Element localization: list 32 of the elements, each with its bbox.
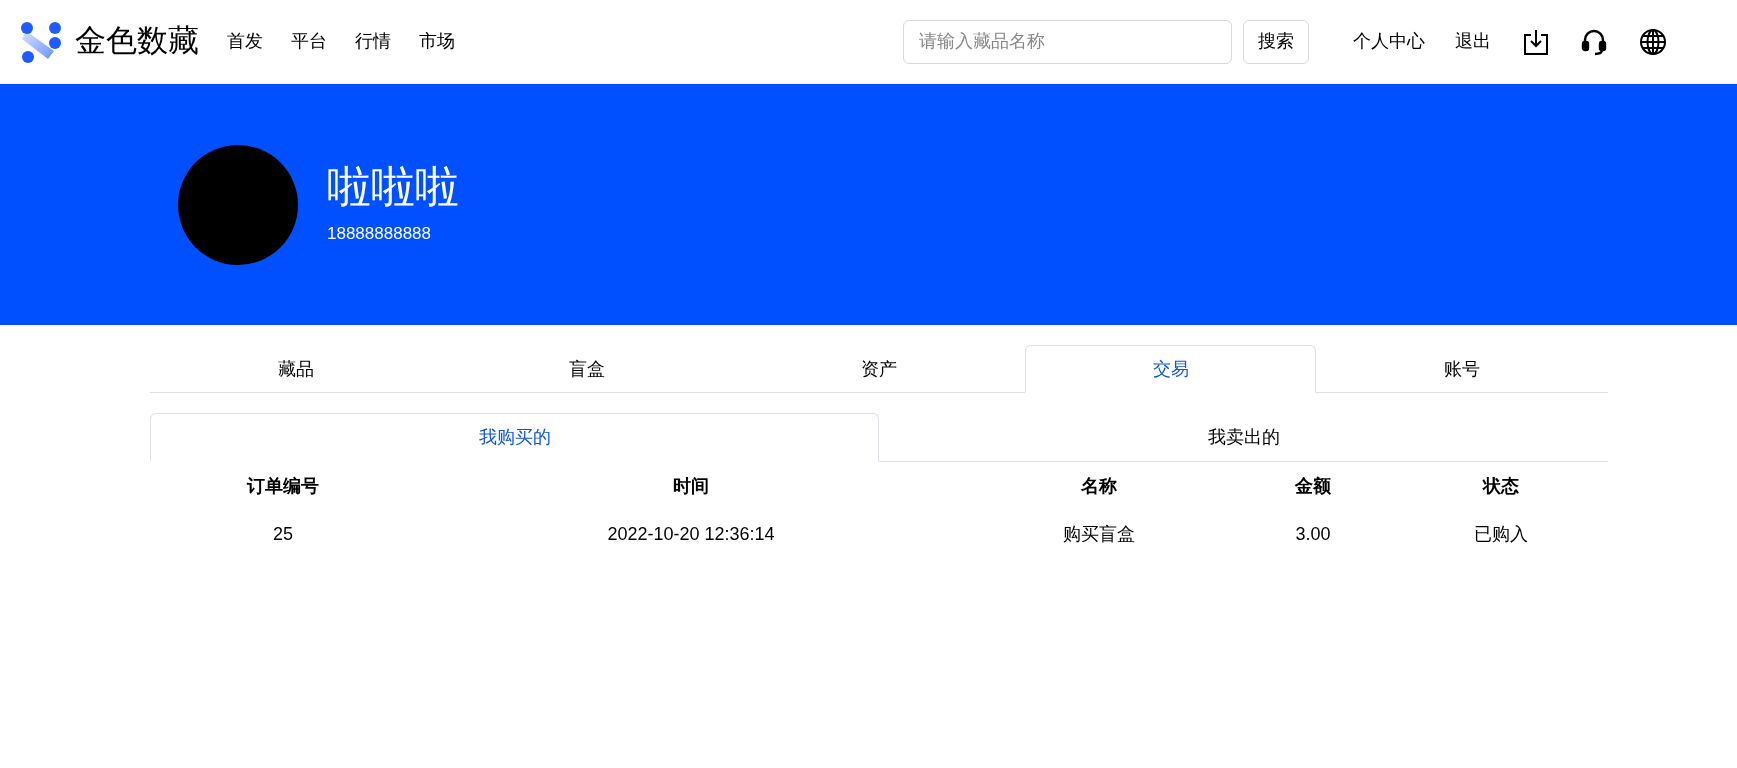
- tab[interactable]: 我购买的: [150, 413, 879, 462]
- table-cell-text: 2022-10-20 12:36:14: [607, 522, 775, 546]
- column-header: 时间: [673, 474, 709, 498]
- column-header: 金额: [1295, 474, 1331, 498]
- download-icon[interactable]: [1523, 27, 1549, 56]
- tab[interactable]: 藏品: [150, 345, 442, 393]
- nav-link[interactable]: 首发: [227, 28, 263, 55]
- tab[interactable]: 我卖出的: [879, 413, 1608, 462]
- tab[interactable]: 资产: [733, 345, 1025, 393]
- column-header: 订单编号: [247, 474, 319, 498]
- user-name: 啦啦啦: [327, 162, 459, 211]
- column-header: 名称: [1081, 474, 1117, 498]
- table-cell-text: 3.00: [1295, 522, 1331, 546]
- tab[interactable]: 盲盒: [441, 345, 734, 393]
- tab[interactable]: 账号: [1316, 345, 1608, 393]
- headset-icon[interactable]: [1581, 27, 1607, 56]
- column-header: 状态: [1483, 474, 1519, 498]
- table-cell-text: 购买盲盒: [1063, 522, 1135, 546]
- nav-link[interactable]: 平台: [291, 28, 327, 55]
- logo-icon: [20, 20, 62, 63]
- brand-name: 金色数藏: [75, 22, 199, 61]
- header-link[interactable]: 退出: [1455, 28, 1491, 55]
- table-cell-text: 已购入: [1474, 522, 1528, 546]
- search-field[interactable]: 请输入藏品名称: [903, 19, 1232, 64]
- nav-link[interactable]: 市场: [419, 28, 455, 55]
- user-phone: 18888888888: [327, 222, 432, 245]
- tab[interactable]: 交易: [1024, 345, 1317, 393]
- nav-link[interactable]: 行情: [355, 28, 391, 55]
- table-cell-text: 25: [273, 522, 293, 546]
- search-button[interactable]: 搜索: [1243, 19, 1309, 64]
- header-link[interactable]: 个人中心: [1353, 28, 1425, 55]
- globe-icon[interactable]: [1639, 27, 1667, 56]
